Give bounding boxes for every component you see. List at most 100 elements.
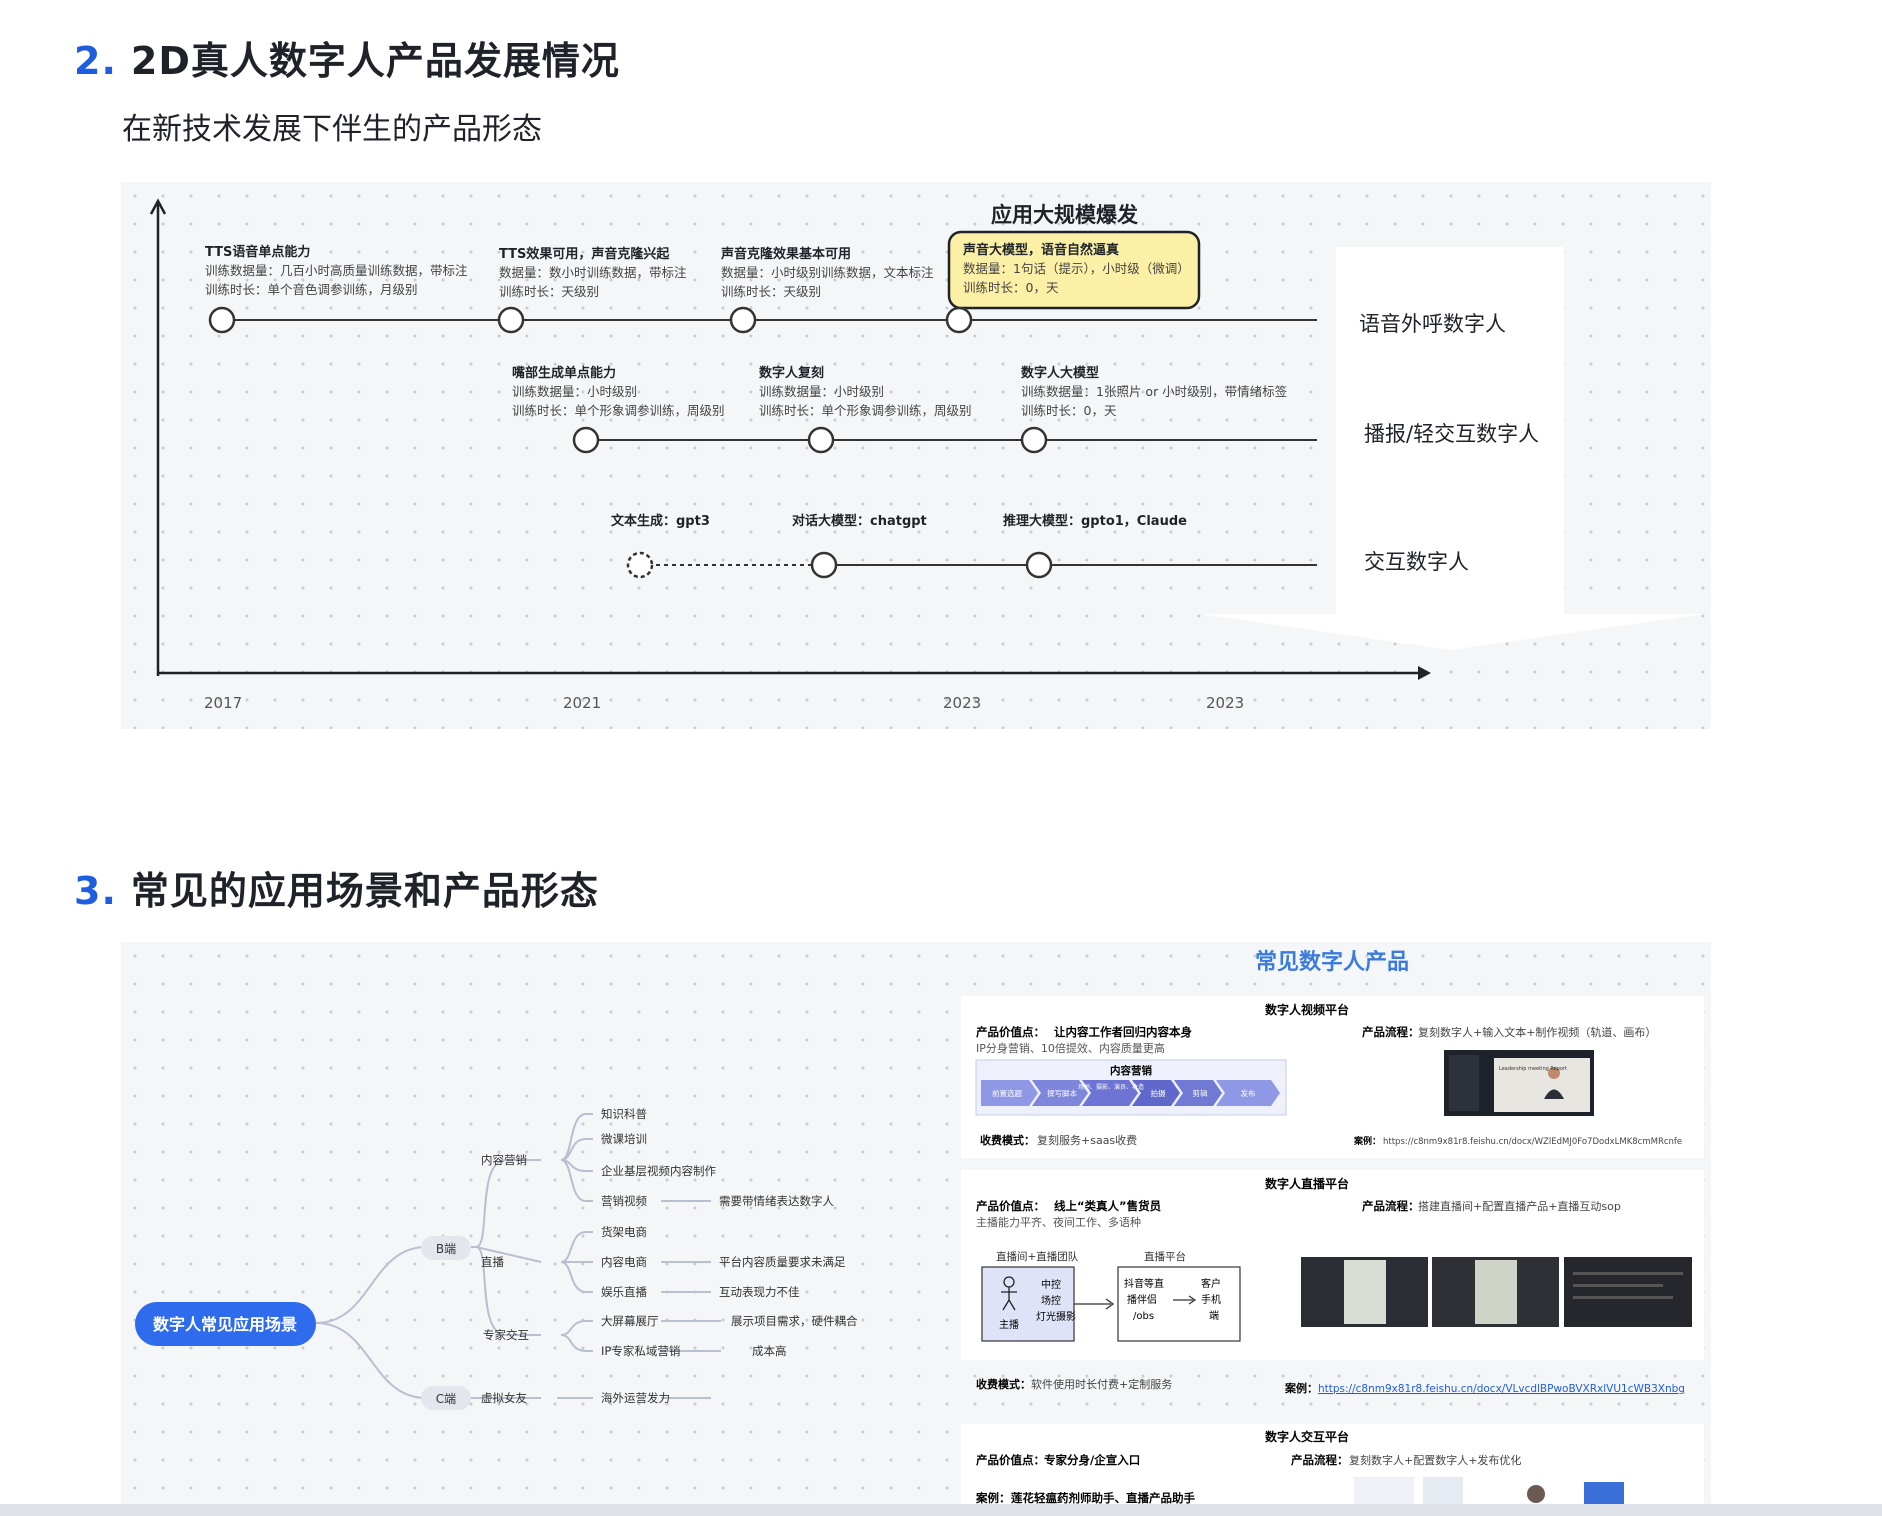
mindmap-leaf: 货架电商: [601, 1225, 647, 1239]
team-item: 灯光摄影: [1036, 1310, 1076, 1323]
platform-item: 播伴侣: [1127, 1293, 1157, 1306]
diagram-title: 内容营销: [1110, 1064, 1152, 1077]
scenarios-diagram: 数字人常见应用场景 B端 C端 内容营销 直播 专家交互 虚拟女友 知识科普 微…: [135, 949, 1704, 1516]
mindmap-root-label: 数字人常见应用场景: [153, 1315, 297, 1334]
timeline-node[interactable]: [572, 426, 600, 454]
node-detail: 数据量：小时级别训练数据，文本标注: [721, 265, 934, 280]
node-detail: 训练时长：单个形象调参训练，周级别: [759, 403, 972, 418]
node-title: 声音克隆效果基本可用: [720, 246, 851, 262]
live-screenshot-video: [1475, 1260, 1517, 1324]
row-label: 语音外呼数字人: [1359, 312, 1506, 336]
node-detail: 数据量：数小时训练数据，带标注: [499, 265, 687, 280]
case-label: 案例：: [1353, 1135, 1381, 1147]
node-detail: 训练数据量：1张照片 or 小时级别，带情绪标签: [1021, 384, 1288, 399]
timeline-whiteboard[interactable]: 2017 2021 2023 2023 应用大规模爆发 TTS语音单点能力 训练…: [121, 182, 1711, 729]
section-2-title: 2D真人数字人产品发展情况: [130, 39, 620, 83]
mindmap-leaf: 大屏幕展厅: [601, 1314, 659, 1328]
client-item: 手机: [1201, 1293, 1221, 1306]
node-title: 嘴部生成单点能力: [512, 365, 616, 381]
diagram-step: 发布: [1241, 1088, 1257, 1098]
section-3-heading: 3. 常见的应用场景和产品形态: [74, 860, 599, 915]
year-label: 2017: [204, 694, 242, 712]
timeline-node[interactable]: [1020, 426, 1048, 454]
node-detail: 训练时长：0，天: [963, 280, 1059, 295]
node-detail: 训练时长：天级别: [721, 284, 821, 299]
live-screenshot-line: [1573, 1272, 1683, 1275]
section-3-title: 常见的应用场景和产品形态: [130, 869, 599, 913]
fee-text: 软件使用时长付费+定制服务: [1031, 1377, 1172, 1391]
section-3-number: 3.: [74, 869, 117, 913]
mindmap-leaf: 知识科普: [601, 1107, 647, 1121]
client-item: 端: [1209, 1309, 1219, 1322]
flow-label: 产品流程：: [1291, 1453, 1349, 1467]
mindmap-leaf: 企业基层视频内容制作: [601, 1164, 716, 1178]
flow-text: 复刻数字人+配置数字人+发布优化: [1349, 1453, 1521, 1467]
year-label: 2023: [1206, 694, 1244, 712]
node-detail: 训练时长：0，天: [1021, 403, 1117, 418]
case-text: https://c8nm9x81r8.feishu.cn/docx/WZlEdM…: [1383, 1137, 1682, 1147]
value-text: 专家分身/企宣入口: [1044, 1453, 1140, 1467]
flow-text: 搭建直播间+配置直播产品+直播互动sop: [1418, 1199, 1621, 1213]
bottom-scroll-bar[interactable]: [0, 1504, 1882, 1516]
highlight-label: 应用大规模爆发: [991, 203, 1139, 227]
live-screenshot-line: [1573, 1296, 1673, 1299]
value-label: 产品价值点：: [976, 1025, 1045, 1039]
team-title: 直播间+直播团队: [996, 1250, 1079, 1263]
timeline-node[interactable]: [945, 306, 973, 334]
mindmap-b-label: B端: [436, 1242, 456, 1256]
diagram-step: 前置选题: [992, 1088, 1022, 1098]
section-2-subtitle: 在新技术发展下伴生的产品形态: [122, 112, 542, 147]
row-label: 交互数字人: [1364, 550, 1469, 574]
card-title: 数字人直播平台: [1265, 1176, 1349, 1191]
node-title: TTS效果可用，声音克隆兴起: [499, 246, 670, 262]
case-text: 莲花轻瘟药剂师助手、直播产品助手: [1011, 1491, 1195, 1505]
x-axis-arrow: [1418, 666, 1431, 680]
timeline-node[interactable]: [810, 551, 838, 579]
section-2-heading: 2. 2D真人数字人产品发展情况: [74, 30, 620, 85]
mindmap-leaf: IP专家私域营销: [601, 1344, 680, 1358]
mindmap-leaf: 海外运营发力: [601, 1391, 670, 1405]
scenarios-whiteboard[interactable]: 数字人常见应用场景 B端 C端 内容营销 直播 专家交互 虚拟女友 知识科普 微…: [121, 942, 1711, 1516]
card-title: 数字人交互平台: [1265, 1429, 1349, 1444]
mindmap-note: 成本高: [752, 1344, 787, 1358]
node-title: 文本生成：gpt3: [611, 513, 710, 529]
value-text: 线上“类真人”售货员: [1054, 1199, 1162, 1213]
node-title: TTS语音单点能力: [205, 244, 310, 260]
node-detail: 训练时长：单个形象调参训练，周级别: [512, 403, 725, 418]
value-text: 让内容工作者回归内容本身: [1054, 1025, 1192, 1039]
timeline-node[interactable]: [208, 306, 236, 334]
year-label: 2021: [563, 694, 601, 712]
timeline-node[interactable]: [497, 306, 525, 334]
mindmap-leaf: 微课培训: [601, 1132, 647, 1146]
team-item: 中控: [1041, 1278, 1061, 1291]
case-label: 案例：: [975, 1491, 1011, 1505]
mindmap-category: 虚拟女友: [481, 1391, 527, 1405]
value-label: 产品价值点：: [976, 1199, 1045, 1213]
node-detail: 训练数据量：几百小时高质量训练数据，带标注: [205, 263, 468, 278]
diagram-step: 场地、摄影、演员、妆造: [1078, 1083, 1144, 1091]
live-screenshot: [1564, 1257, 1692, 1327]
section-2-number: 2.: [74, 39, 117, 83]
timeline-node[interactable]: [807, 426, 835, 454]
value-label: 产品价值点：: [976, 1453, 1045, 1467]
fee-label: 收费模式：: [976, 1377, 1031, 1391]
case-label: 案例：: [1284, 1381, 1318, 1395]
row-label: 播报/轻交互数字人: [1364, 422, 1539, 446]
live-screenshots: [1301, 1257, 1692, 1327]
platform-item: /obs: [1133, 1311, 1154, 1322]
mindmap-category: 专家交互: [483, 1328, 529, 1342]
team-item: 场控: [1041, 1294, 1061, 1307]
mindmap-leaf: 娱乐直播: [601, 1285, 647, 1299]
value-sub: IP分身营销、10倍提效、内容质量更高: [976, 1041, 1165, 1055]
flow-label: 产品流程：: [1362, 1199, 1420, 1213]
mindmap-category: 直播: [481, 1255, 504, 1269]
node-title: 声音大模型，语音自然逼真: [962, 242, 1119, 258]
timeline-node[interactable]: [729, 306, 757, 334]
node-detail: 训练时长：单个音色调参训练，月级别: [205, 282, 418, 297]
card-title: 数字人视频平台: [1265, 1002, 1349, 1017]
products-title: 常见数字人产品: [1255, 949, 1409, 975]
flow-label: 产品流程：: [1362, 1025, 1420, 1039]
case-link[interactable]: https://c8nm9x81r8.feishu.cn/docx/VLvcdl…: [1318, 1383, 1685, 1395]
timeline-node[interactable]: [626, 551, 654, 579]
timeline-node[interactable]: [1025, 551, 1053, 579]
